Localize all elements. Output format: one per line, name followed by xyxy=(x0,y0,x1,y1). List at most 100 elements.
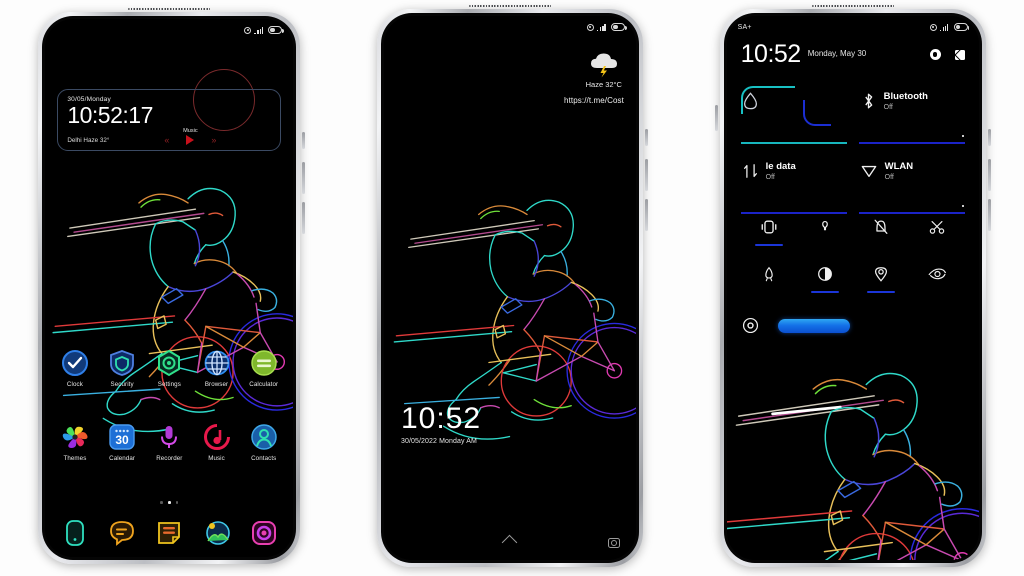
app-themes[interactable]: Themes xyxy=(51,423,98,462)
toggle-vibrate[interactable] xyxy=(741,218,797,246)
toggle-dark-mode[interactable] xyxy=(797,265,853,293)
app-label: Settings xyxy=(157,381,181,388)
chevron-up-icon[interactable] xyxy=(502,534,518,551)
status-bar: SA+ xyxy=(727,16,979,38)
app-label: Music xyxy=(208,455,225,462)
next-track-button[interactable]: » xyxy=(211,135,216,145)
contacts-icon xyxy=(250,423,278,451)
screen-record-icon[interactable] xyxy=(741,316,760,335)
quick-toggle-row-1 xyxy=(741,218,965,246)
tile-name: le data xyxy=(765,161,796,172)
app-label: Security xyxy=(110,381,134,388)
phone-lock-screen: Haze 32°C https://t.me/Cost 10:52 30/05/… xyxy=(376,4,648,567)
dock xyxy=(45,519,293,547)
status-bar xyxy=(384,16,636,38)
page-dot-active[interactable] xyxy=(168,501,171,504)
volume-up-button[interactable] xyxy=(987,159,991,191)
lock-bottom-bar xyxy=(384,534,636,551)
tile-underline xyxy=(740,212,847,214)
tile-name: WLAN xyxy=(884,161,914,172)
page-dot[interactable] xyxy=(175,501,179,504)
tile-expand-dot[interactable] xyxy=(961,205,964,207)
tile-mobile-data[interactable]: le data Off xyxy=(740,156,847,214)
phone-quick-settings: SA+ 10:52 Monday, May 30 Bluetooth Off l… xyxy=(714,4,991,567)
app-calendar[interactable]: 30 Calendar xyxy=(99,423,146,462)
app-label: Themes xyxy=(63,455,87,462)
svg-text:30: 30 xyxy=(115,433,129,447)
quick-toggle-row-3 xyxy=(741,316,965,335)
page-indicator xyxy=(45,501,293,504)
battery-icon xyxy=(953,23,970,31)
home-screen: 30/05/Monday 10:52:17 Delhi Haze 32° Mus… xyxy=(45,19,294,557)
app-calculator[interactable]: Calculator xyxy=(240,349,287,388)
volume-up-button[interactable] xyxy=(302,162,306,194)
app-browser[interactable]: Browser xyxy=(193,349,240,388)
app-security[interactable]: Security xyxy=(99,349,146,388)
clock-music-widget[interactable]: 30/05/Monday 10:52:17 Delhi Haze 32° Mus… xyxy=(57,89,282,151)
toggle-active-indicator xyxy=(810,291,839,293)
volume-down-button[interactable] xyxy=(302,202,306,234)
toggle-location[interactable] xyxy=(853,265,909,293)
toggle-reading-mode[interactable] xyxy=(909,265,965,293)
glitch-artifact-blue xyxy=(802,100,831,126)
side-button[interactable] xyxy=(987,129,991,146)
tile-bluetooth[interactable]: Bluetooth Off xyxy=(858,86,965,144)
app-clock[interactable]: Clock xyxy=(51,349,98,388)
wlan-icon xyxy=(861,162,877,180)
quick-settings-screen: SA+ 10:52 Monday, May 30 Bluetooth Off l… xyxy=(726,16,979,560)
tile-water-drop[interactable] xyxy=(740,86,847,144)
screenshot-stage: 30/05/Monday 10:52:17 Delhi Haze 32° Mus… xyxy=(0,0,1024,576)
tile-wlan[interactable]: WLAN Off xyxy=(858,156,965,214)
volume-up-button[interactable] xyxy=(644,159,648,191)
previous-track-button[interactable]: « xyxy=(164,135,169,145)
edit-icon[interactable] xyxy=(954,49,965,60)
weather-widget[interactable]: Haze 32°C xyxy=(586,52,622,89)
earpiece-grille xyxy=(811,4,894,7)
gallery-icon[interactable] xyxy=(203,519,231,547)
messages-icon[interactable] xyxy=(108,519,136,547)
volume-down-button[interactable] xyxy=(987,199,991,231)
camera-icon[interactable] xyxy=(250,519,278,547)
brightness-slider[interactable] xyxy=(777,318,850,333)
toggle-silent[interactable] xyxy=(853,218,909,246)
toggle-cleaner[interactable] xyxy=(741,265,797,293)
tile-state: Off xyxy=(884,173,894,181)
microphone-icon xyxy=(155,423,183,451)
phone-icon[interactable] xyxy=(61,519,89,547)
music-label: Music xyxy=(183,127,198,134)
app-music[interactable]: Music xyxy=(193,423,240,462)
mobile-data-icon xyxy=(743,162,758,180)
app-label: Calendar xyxy=(109,455,136,462)
side-button[interactable] xyxy=(644,129,648,146)
toggle-flashlight[interactable] xyxy=(797,218,853,246)
tile-underline xyxy=(740,142,847,144)
quick-settings-header: 10:52 Monday, May 30 xyxy=(741,42,965,67)
volume-down-button[interactable] xyxy=(644,199,648,231)
clock-icon xyxy=(61,349,89,377)
app-contacts[interactable]: Contacts xyxy=(240,423,287,462)
notes-icon[interactable] xyxy=(155,519,183,547)
play-button[interactable] xyxy=(186,135,195,145)
cloud-lightning-icon xyxy=(588,52,620,78)
side-button[interactable] xyxy=(302,132,306,149)
tile-expand-dot[interactable] xyxy=(961,135,964,137)
signal-icon xyxy=(596,23,608,31)
app-recorder[interactable]: Recorder xyxy=(146,423,193,462)
tile-name: Bluetooth xyxy=(883,91,928,102)
music-controls: Music « » xyxy=(109,127,271,145)
side-button-left[interactable] xyxy=(714,105,718,131)
tile-state: Off xyxy=(883,103,893,111)
app-grid-row-2: Themes 30 Calendar Recorder Music Contac… xyxy=(45,423,293,462)
gear-icon[interactable] xyxy=(929,49,941,60)
camera-icon[interactable] xyxy=(607,538,620,548)
app-settings[interactable]: Settings xyxy=(146,349,193,388)
app-label: Recorder xyxy=(156,455,183,462)
themes-icon xyxy=(61,423,89,451)
status-carrier: SA+ xyxy=(737,23,752,31)
page-dot[interactable] xyxy=(160,501,164,504)
status-icons xyxy=(929,23,970,31)
shield-icon xyxy=(108,349,136,377)
lock-date: 30/05/2022 Monday AM xyxy=(400,438,477,445)
signal-icon xyxy=(254,26,265,34)
toggle-screenshot[interactable] xyxy=(909,218,965,246)
